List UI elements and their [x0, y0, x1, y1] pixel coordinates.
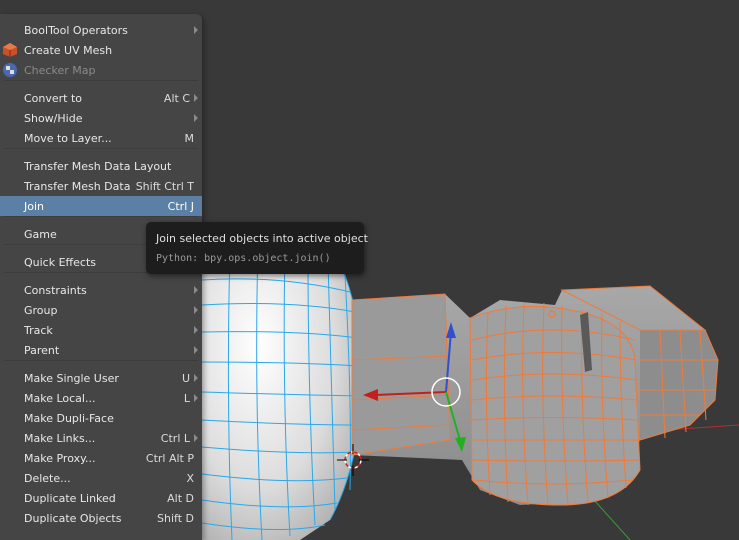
- menu-item-label: Group: [24, 304, 58, 317]
- menu-item-label: Move to Layer...: [24, 132, 112, 145]
- submenu-arrow-icon: [194, 26, 198, 34]
- selected-mesh-object[interactable]: [351, 285, 719, 506]
- menu-item-label: Make Proxy...: [24, 452, 96, 465]
- menu-item-duplicate-linked[interactable]: Duplicate Linked Alt D: [0, 488, 202, 508]
- menu-item-join[interactable]: Join Ctrl J: [0, 196, 202, 216]
- menu-item-label: Parent: [24, 344, 60, 357]
- submenu-arrow-icon: [194, 326, 198, 334]
- submenu-arrow-icon: [194, 346, 198, 354]
- submenu-arrow-icon: [194, 434, 198, 442]
- submenu-arrow-icon: [194, 394, 198, 402]
- menu-item-shortcut: Shift D: [157, 512, 194, 525]
- menu-separator: [4, 216, 198, 217]
- menu-item-shortcut: Ctrl L: [160, 432, 190, 445]
- menu-item-label: Transfer Mesh Data Layout: [24, 160, 172, 173]
- menu-item-label: Make Links...: [24, 432, 96, 445]
- menu-item-create-uv-mesh[interactable]: Create UV Mesh: [0, 40, 202, 60]
- menu-item-make-local[interactable]: Make Local... L: [0, 388, 202, 408]
- menu-item-label: Checker Map: [24, 64, 96, 77]
- menu-item-label: Delete...: [24, 472, 71, 485]
- menu-item-label: Track: [24, 324, 53, 337]
- menu-item-label: BoolTool Operators: [24, 24, 128, 37]
- menu-item-label: Game: [24, 228, 57, 241]
- menu-item-make-proxy[interactable]: Make Proxy... Ctrl Alt P: [0, 448, 202, 468]
- menu-item-shortcut: Shift Ctrl T: [135, 180, 194, 193]
- menu-item-shortcut: M: [184, 132, 195, 145]
- menu-separator: [4, 148, 198, 149]
- menu-item-label: Make Local...: [24, 392, 96, 405]
- menu-item-label: Make Dupli-Face: [24, 412, 114, 425]
- menu-item-label: Join: [24, 200, 45, 213]
- menu-item-label: Create UV Mesh: [24, 44, 113, 57]
- menu-item-transfer-mesh-data[interactable]: Transfer Mesh Data Shift Ctrl T: [0, 176, 202, 196]
- menu-item-track[interactable]: Track: [0, 320, 202, 340]
- menu-item-label: Duplicate Linked: [24, 492, 116, 505]
- menu-item-move-to-layer[interactable]: Move to Layer... M: [0, 128, 202, 148]
- menu-item-label: Constraints: [24, 284, 87, 297]
- menu-separator: [4, 360, 198, 361]
- menu-item-label: Transfer Mesh Data: [24, 180, 131, 193]
- menu-item-delete[interactable]: Delete... X: [0, 468, 202, 488]
- menu-item-duplicate-objects[interactable]: Duplicate Objects Shift D: [0, 508, 202, 528]
- menu-item-label: Duplicate Objects: [24, 512, 122, 525]
- menu-item-convert-to[interactable]: Convert to Alt C: [0, 88, 202, 108]
- tooltip-python: Python: bpy.ops.object.join(): [156, 253, 331, 264]
- menu-item-label: Make Single User: [24, 372, 119, 385]
- join-tooltip: Join selected objects into active object…: [146, 222, 368, 274]
- menu-item-make-links[interactable]: Make Links... Ctrl L: [0, 428, 202, 448]
- menu-item-make-dupli-face[interactable]: Make Dupli-Face: [0, 408, 202, 428]
- submenu-arrow-icon: [194, 94, 198, 102]
- submenu-arrow-icon: [194, 374, 198, 382]
- menu-item-group[interactable]: Group: [0, 300, 202, 320]
- menu-item-label: Show/Hide: [24, 112, 83, 125]
- submenu-arrow-icon: [194, 286, 198, 294]
- menu-item-shortcut: X: [186, 472, 194, 485]
- menu-item-make-single-user[interactable]: Make Single User U: [0, 368, 202, 388]
- menu-item-shortcut: Alt C: [163, 92, 190, 105]
- menu-item-transfer-mesh-data-layout[interactable]: Transfer Mesh Data Layout: [0, 156, 202, 176]
- submenu-arrow-icon: [194, 306, 198, 314]
- menu-item-shortcut: Ctrl J: [167, 200, 194, 213]
- menu-item-shortcut: Alt D: [167, 492, 194, 505]
- menu-item-parent[interactable]: Parent: [0, 340, 202, 360]
- menu-item-booltool-operators[interactable]: BoolTool Operators: [0, 20, 202, 40]
- menu-item-constraints[interactable]: Constraints: [0, 280, 202, 300]
- checker-map-icon: [2, 62, 18, 78]
- menu-item-checker-map[interactable]: Checker Map: [0, 60, 202, 80]
- tooltip-description: Join selected objects into active object: [156, 232, 368, 245]
- menu-item-label: Quick Effects: [24, 256, 96, 269]
- menu-item-shortcut: U: [181, 372, 190, 385]
- menu-item-shortcut: Ctrl Alt P: [145, 452, 194, 465]
- menu-item-shortcut: L: [183, 392, 190, 405]
- sphere-object[interactable]: [201, 240, 363, 540]
- menu-item-show-hide[interactable]: Show/Hide: [0, 108, 202, 128]
- submenu-arrow-icon: [194, 114, 198, 122]
- uv-mesh-icon: [2, 42, 18, 58]
- menu-item-label: Convert to: [24, 92, 83, 105]
- menu-separator: [4, 80, 198, 81]
- object-context-menu: BoolTool Operators Create UV Mesh Checker …: [0, 14, 202, 540]
